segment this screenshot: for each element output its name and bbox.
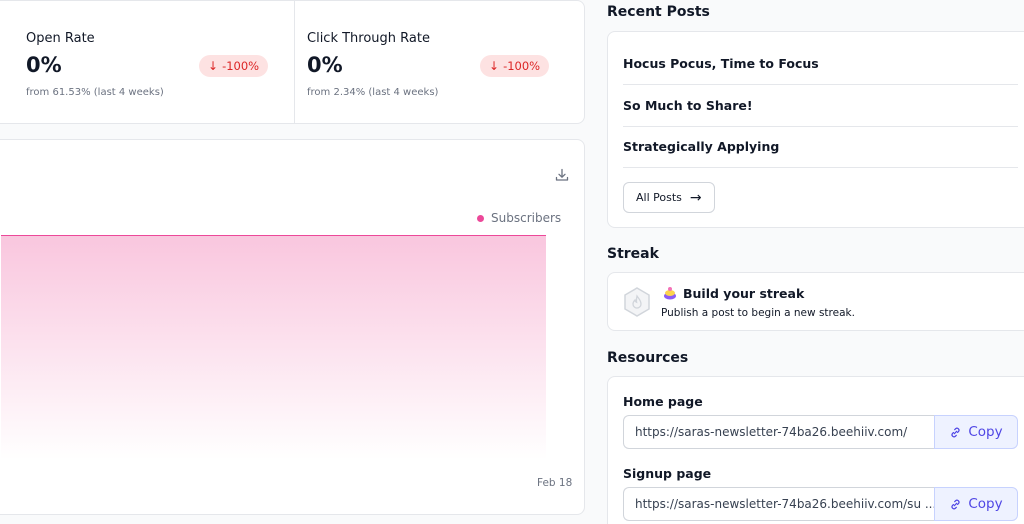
- link-icon: [951, 427, 960, 437]
- legend-swatch: [477, 214, 484, 222]
- stat-label: Click Through Rate: [307, 31, 430, 46]
- link-icon: [951, 499, 960, 509]
- stat-open-rate: Open Rate 0% ↓ -100% from 61.53% (last 4…: [1, 1, 295, 123]
- resource-label: Home page: [623, 394, 703, 409]
- change-value: -100%: [503, 59, 541, 73]
- streak-title: Streak: [607, 246, 659, 262]
- stats-card: Open Rate 0% ↓ -100% from 61.53% (last 4…: [0, 0, 585, 124]
- signup-page-url-field[interactable]: https://saras-newsletter-74ba26.beehiiv.…: [623, 487, 934, 521]
- copy-signup-page-button[interactable]: Copy: [934, 487, 1018, 521]
- resources-card: Home page https://saras-newsletter-74ba2…: [607, 376, 1024, 524]
- post-item[interactable]: So Much to Share!: [623, 85, 1018, 127]
- stat-value: 0%: [26, 53, 62, 77]
- copy-label: Copy: [968, 496, 1003, 512]
- resources-title: Resources: [607, 350, 689, 366]
- subscribers-chart-card: Subscribers Feb 18: [0, 139, 585, 515]
- legend-label: Subscribers: [491, 211, 562, 225]
- x-tick-label: Feb 18: [537, 477, 573, 489]
- arrow-down-icon: ↓: [208, 59, 219, 73]
- arrow-right-icon: →: [689, 189, 702, 206]
- copy-home-page-button[interactable]: Copy: [934, 415, 1018, 449]
- download-icon[interactable]: [554, 167, 570, 183]
- streak-card-title: Build your streak: [683, 286, 805, 301]
- chart-legend: Subscribers: [477, 211, 561, 225]
- streak-card: Build your streak Publish a post to begi…: [607, 272, 1024, 331]
- chart-plot: [1, 235, 546, 460]
- all-posts-button[interactable]: All Posts →: [623, 182, 715, 213]
- post-item[interactable]: Hocus Pocus, Time to Focus: [623, 43, 1018, 85]
- recent-posts-card: Hocus Pocus, Time to Focus So Much to Sh…: [607, 31, 1024, 228]
- streak-card-subtitle: Publish a post to begin a new streak.: [661, 307, 855, 319]
- flame-badge-icon: [624, 287, 650, 317]
- series-area: [1, 235, 546, 460]
- home-page-url-field[interactable]: https://saras-newsletter-74ba26.beehiiv.…: [623, 415, 934, 449]
- resource-label: Signup page: [623, 466, 712, 481]
- stat-label: Open Rate: [26, 31, 95, 46]
- post-item[interactable]: Strategically Applying: [623, 126, 1018, 168]
- stat-click-through-rate: Click Through Rate 0% ↓ -100% from 2.34%…: [295, 1, 585, 123]
- change-badge: ↓ -100%: [199, 55, 269, 77]
- arrow-down-icon: ↓: [489, 59, 500, 73]
- all-posts-label: All Posts: [636, 191, 682, 204]
- party-emoji-icon: [664, 287, 676, 300]
- stat-value: 0%: [307, 53, 343, 77]
- stat-comparison: from 2.34% (last 4 weeks): [307, 87, 439, 98]
- change-badge: ↓ -100%: [480, 55, 550, 77]
- recent-posts-title: Recent Posts: [607, 4, 710, 20]
- stat-comparison: from 61.53% (last 4 weeks): [26, 87, 164, 98]
- change-value: -100%: [222, 59, 260, 73]
- copy-label: Copy: [968, 424, 1003, 440]
